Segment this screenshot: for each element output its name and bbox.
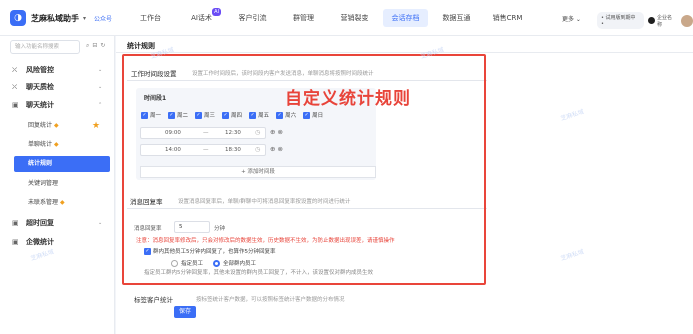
nav-item-workbench[interactable]: 工作台 [125,0,176,36]
company-name[interactable]: 企业名称 [657,14,677,28]
nav-item-ai-script[interactable]: AI话术 AI [176,0,227,36]
chevron-down-icon: ⌄ [98,84,103,90]
page-title: 统计规则 [127,42,155,50]
sidebar-group-chat-quality[interactable]: ⛌ 聊天质检 ⌄ [0,79,115,95]
divider [116,52,693,53]
app-brand[interactable]: ◑ 芝麻私域助手 ▾ 公众号 [10,10,112,26]
search-input[interactable]: 输入功能名称搜索 [10,40,80,54]
sidebar-group-timeout-reply[interactable]: ▣ 超时回复 ⌄ [0,215,115,231]
nav-item-sales-crm[interactable]: 销售CRM [482,0,533,36]
wecom-icon: ▣ [12,238,19,246]
sidebar-item-keyword-management[interactable]: 关键词管理 [0,176,115,192]
sidebar-group-chat-stats[interactable]: ▣ 聊天统计 ⌃ [0,97,115,113]
chevron-up-icon: ⌃ [98,102,103,108]
section-desc-tag-stats: 按标签统计客户数据，可以按照标签统计客户数据的分布情况 [196,297,345,303]
company-logo-icon [648,17,656,24]
refresh-icon[interactable]: ↻ [100,42,108,49]
account-area: • 试用版到期中 • 企业名称 [597,12,693,29]
sidebar-group-wecom-stats[interactable]: ▣ 企微统计 [0,234,115,250]
timeout-icon: ▣ [12,219,19,227]
hot-icon: ◆ [60,199,65,206]
highlight-box [122,54,486,285]
save-button[interactable]: 保存 [174,306,196,318]
sidebar-item-single-chat-stats[interactable]: 单聊统计 ◆ [0,137,115,153]
nav-item-marketing[interactable]: 营销裂变 [329,0,380,36]
top-bar: ◑ 芝麻私域助手 ▾ 公众号 工作台 AI话术 AI 客户引流 群管理 营销裂变 … [0,0,693,36]
ai-badge: AI [212,8,221,16]
stats-icon: ▣ [12,101,19,109]
chevron-down-icon: ⌄ [98,67,103,73]
star-icon[interactable]: ★ [92,118,100,134]
hot-icon: ◆ [54,141,59,148]
quality-icon: ⛌ [12,83,18,91]
version-link[interactable]: 公众号 [94,14,112,23]
nav-item-data-sync[interactable]: 数据互通 [431,0,482,36]
sidebar-group-risk-control[interactable]: ⛌ 风险管控 ⌄ [0,62,115,78]
chevron-down-icon: ⌄ [98,220,103,226]
section-title-tag-stats: 标签客户统计 [134,296,173,304]
sidebar-item-uncontacted[interactable]: 未联系管理 ◆ [0,195,115,211]
risk-icon: ⛌ [12,66,18,74]
more-menu[interactable]: 更多 ⌄ [562,14,581,23]
sidebar-tools: ⌕⊟↻ [86,42,108,50]
hot-icon: ◆ [54,122,59,129]
main-nav: 工作台 AI话术 AI 客户引流 群管理 营销裂变 会话存档 数据互通 销售CRM [125,0,533,36]
app-title: 芝麻私域助手 [31,13,79,23]
trial-badge[interactable]: • 试用版到期中 • [597,12,645,29]
avatar[interactable] [681,14,693,27]
nav-item-customer-acquisition[interactable]: 客户引流 [227,0,278,36]
nav-item-group-management[interactable]: 群管理 [278,0,329,36]
sidebar-item-reply-stats[interactable]: 回复统计 ◆ ★ [0,118,115,134]
sidebar: 输入功能名称搜索 ⌕⊟↻ ⛌ 风险管控 ⌄ ⛌ 聊天质检 ⌄ ▣ 聊天统计 ⌃ … [0,36,115,334]
chevron-down-icon[interactable]: ▾ [83,15,86,22]
nav-item-session-archive[interactable]: 会话存档 [380,0,431,36]
sidebar-item-stat-rules[interactable]: 统计规则 [14,156,110,172]
app-logo-icon: ◑ [10,10,26,26]
